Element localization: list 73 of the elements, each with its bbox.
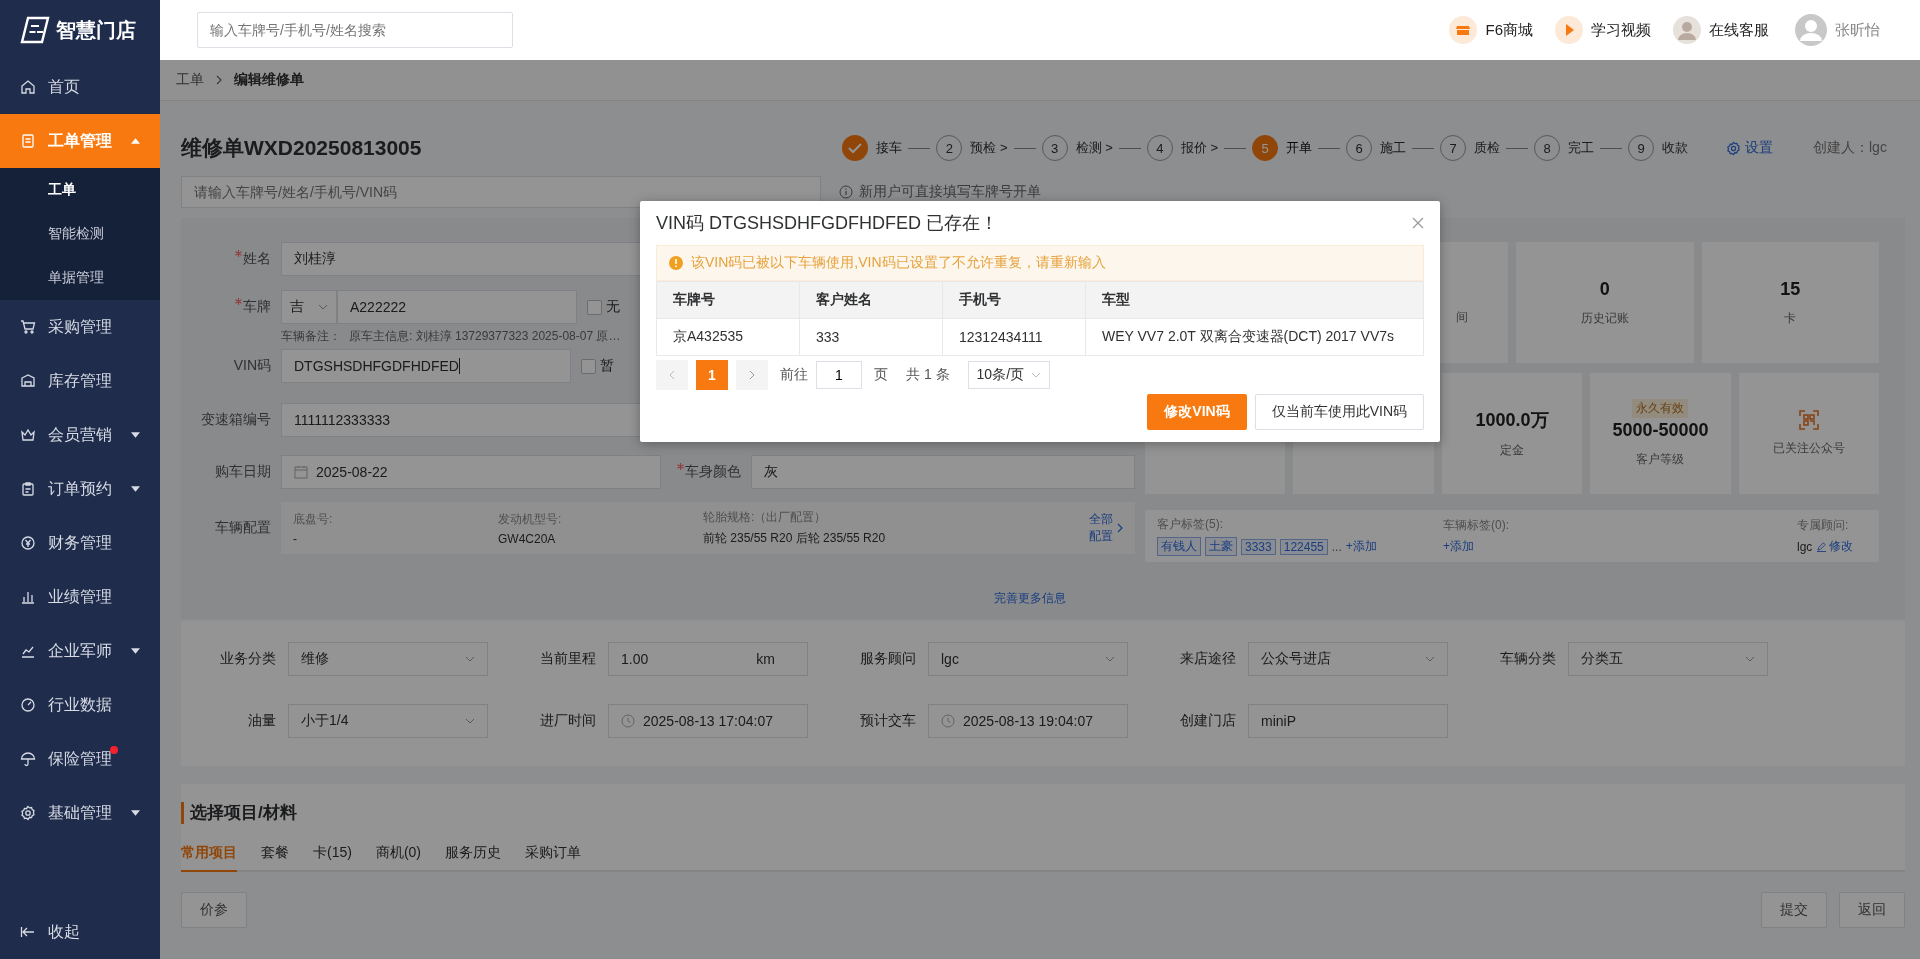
order-title: 维修单WXD20250813005: [181, 135, 422, 161]
stat-value: 5000-50000: [1612, 420, 1709, 441]
tag-group-label: 车辆标签(0):: [1443, 517, 1510, 534]
warning-alert: 该VIN码已被以下车辆使用,VIN码已设置了不允许重复，请重新输入: [656, 245, 1424, 281]
stat-value: 15: [1780, 278, 1801, 300]
customer-tag: 有钱人: [1157, 537, 1201, 556]
customer-tag: 3333: [1241, 538, 1276, 555]
config-value: 前轮 235/55 R20 后轮 235/55 R20: [703, 530, 887, 547]
validity-tag: 永久有效: [1632, 399, 1689, 418]
note-text: 原车主信息: 刘桂淳 13729377323 2025-08-07 原…: [349, 328, 621, 345]
stat-value: 1000.0万: [1475, 409, 1549, 432]
config-value: -: [293, 531, 298, 546]
goto-label: 前往: [780, 366, 808, 384]
field-label: 购车日期: [214, 463, 272, 481]
config-value: GW4C20A: [498, 531, 557, 546]
creator-label: 创建人：lgc: [1813, 139, 1888, 157]
progress-step: 6 施工: [1346, 135, 1406, 161]
progress-step: 4 报价 >: [1146, 135, 1218, 161]
field-label: 预计交车: [859, 712, 917, 730]
progress-step: 9 收款: [1628, 135, 1688, 161]
progress-step: 3 检测 >: [1041, 135, 1113, 161]
column-header: 客户姓名: [799, 281, 943, 319]
field-label: 车身颜色: [661, 463, 751, 481]
stat-label: 客户等级: [1636, 451, 1685, 468]
field-label: 进厂时间: [539, 712, 597, 730]
section-title: 选择项目/材料: [181, 802, 1905, 824]
checkbox-label: 暂: [600, 357, 614, 375]
table-cell: WEY VV7 2.0T 双离合变速器(DCT) 2017 VV7s: [1085, 318, 1424, 356]
app-logo-text: 智慧门店: [56, 17, 136, 43]
field-label: 车辆分类: [1499, 650, 1557, 668]
progress-step: 8 完工: [1534, 135, 1594, 161]
table-cell: 京A432535: [656, 318, 800, 356]
field-label: 业务分类: [219, 650, 277, 668]
checkbox-label: 无: [606, 298, 620, 316]
stat-value: 0: [1599, 278, 1610, 300]
total-count: 共 1 条: [906, 366, 950, 384]
table-cell: 333: [799, 318, 943, 356]
field-label: 当前里程: [539, 650, 597, 668]
field-label: 姓名: [181, 250, 281, 268]
progress-step: 接车: [842, 135, 903, 161]
config-label: 发动机型号:: [498, 510, 563, 528]
stat-label: 间: [1456, 309, 1469, 326]
config-label: 底盘号:: [293, 510, 334, 528]
stat-label: 已关注公众号: [1772, 440, 1845, 457]
field-label: VIN码: [232, 357, 272, 375]
column-header: 车型: [1085, 281, 1424, 319]
tag-group-label: 客户标签(5):: [1157, 516, 1224, 533]
field-label: 创建门店: [1179, 712, 1237, 730]
hint-text: 新用户可直接填写车牌号开单: [859, 183, 1041, 201]
column-header: 车牌号: [656, 281, 800, 319]
field-label: 变速箱编号: [200, 411, 272, 429]
customer-tag: 土豪: [1205, 537, 1237, 556]
progress-step: 5 开单: [1252, 135, 1312, 161]
customer-tag: 122455: [1279, 538, 1328, 555]
progress-step: 2 预检 >: [936, 135, 1008, 161]
note-label: 车辆备注：: [281, 328, 341, 345]
page-unit-label: 页: [874, 366, 888, 384]
field-label: 车辆配置: [214, 519, 272, 537]
field-label: 油量: [247, 712, 277, 730]
more-ellipsis: ...: [1331, 539, 1342, 554]
table-cell: 12312434111: [942, 318, 1086, 356]
stat-label: 卡: [1784, 309, 1797, 327]
field-label: 车牌: [181, 298, 281, 316]
breadcrumb-item: 编辑维修单: [234, 71, 304, 89]
stat-label: 定金: [1500, 442, 1524, 459]
field-label: 服务顾问: [859, 650, 917, 668]
advisor-name: lgc: [1797, 539, 1813, 554]
stat-label: 历史记账: [1580, 309, 1629, 327]
progress-step: 7 质检: [1440, 135, 1500, 161]
tag-group-label: 专属顾问:: [1797, 517, 1850, 534]
column-header: 手机号: [942, 281, 1086, 319]
dialog-title: VIN码 DTGSHSDHFGDFHDFED 已存在！: [656, 212, 998, 235]
field-label: 来店途径: [1179, 650, 1237, 668]
